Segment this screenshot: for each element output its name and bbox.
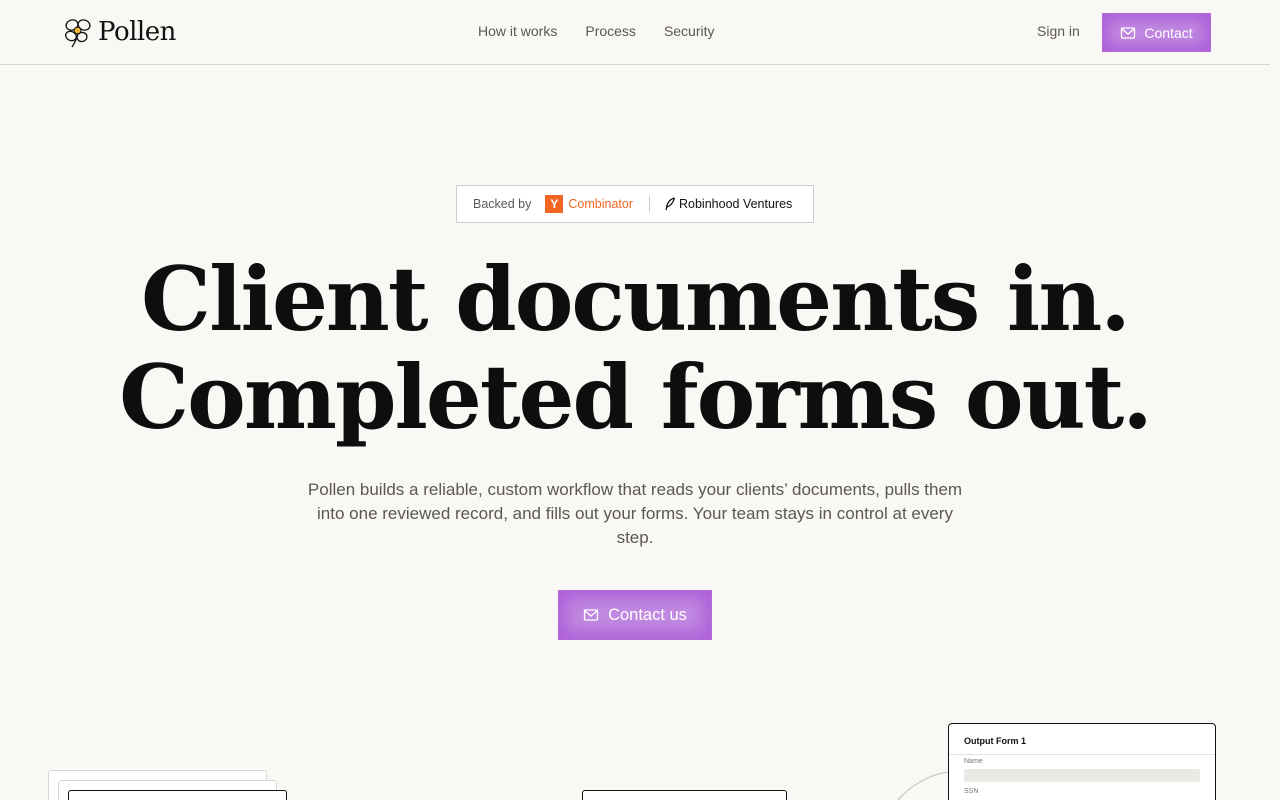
badge-divider — [649, 196, 650, 212]
yc-name: Combinator — [568, 197, 633, 211]
top-nav: Pollen How it works Process Security Sig… — [0, 0, 1270, 65]
feather-icon — [665, 197, 676, 211]
contact-button[interactable]: Contact — [1102, 13, 1211, 52]
brand-logo[interactable]: Pollen — [62, 16, 176, 48]
input-document-card — [68, 790, 287, 800]
field-label-name: Name — [964, 758, 983, 765]
nav-links: How it works Process Security — [478, 23, 715, 39]
backed-by-badge: Backed by Y Combinator Robinhood Venture… — [456, 185, 814, 223]
nav-link-security[interactable]: Security — [664, 23, 715, 39]
brand-name: Pollen — [98, 17, 176, 47]
hero-title: Client documents in. Completed forms out… — [0, 250, 1270, 446]
output-form-card: Output Form 1 Name SSN — [948, 723, 1216, 800]
output-form-divider — [949, 754, 1215, 755]
mail-icon — [1121, 26, 1136, 39]
contact-us-button-label: Contact us — [608, 605, 687, 624]
field-label-ssn: SSN — [964, 788, 979, 795]
hero-subtitle: Pollen builds a reliable, custom workflo… — [307, 480, 963, 547]
flower-icon — [65, 19, 91, 48]
backed-by-label: Backed by — [473, 197, 532, 211]
mail-icon — [583, 609, 599, 621]
hero-title-line-1: Client documents in. — [141, 247, 1131, 351]
robinhood-ventures-name: Robinhood Ventures — [679, 197, 793, 211]
nav-link-process[interactable]: Process — [585, 23, 636, 39]
contact-us-button[interactable]: Contact us — [558, 590, 712, 640]
contact-button-label: Contact — [1144, 24, 1193, 41]
hero-title-line-2: Completed forms out. — [119, 345, 1153, 449]
nav-link-how-it-works[interactable]: How it works — [478, 23, 557, 39]
yc-logo-icon: Y — [545, 195, 564, 213]
sign-in-link[interactable]: Sign in — [1037, 23, 1080, 39]
field-name — [964, 769, 1200, 782]
record-card — [582, 790, 787, 800]
output-form-title: Output Form 1 — [964, 736, 1026, 746]
